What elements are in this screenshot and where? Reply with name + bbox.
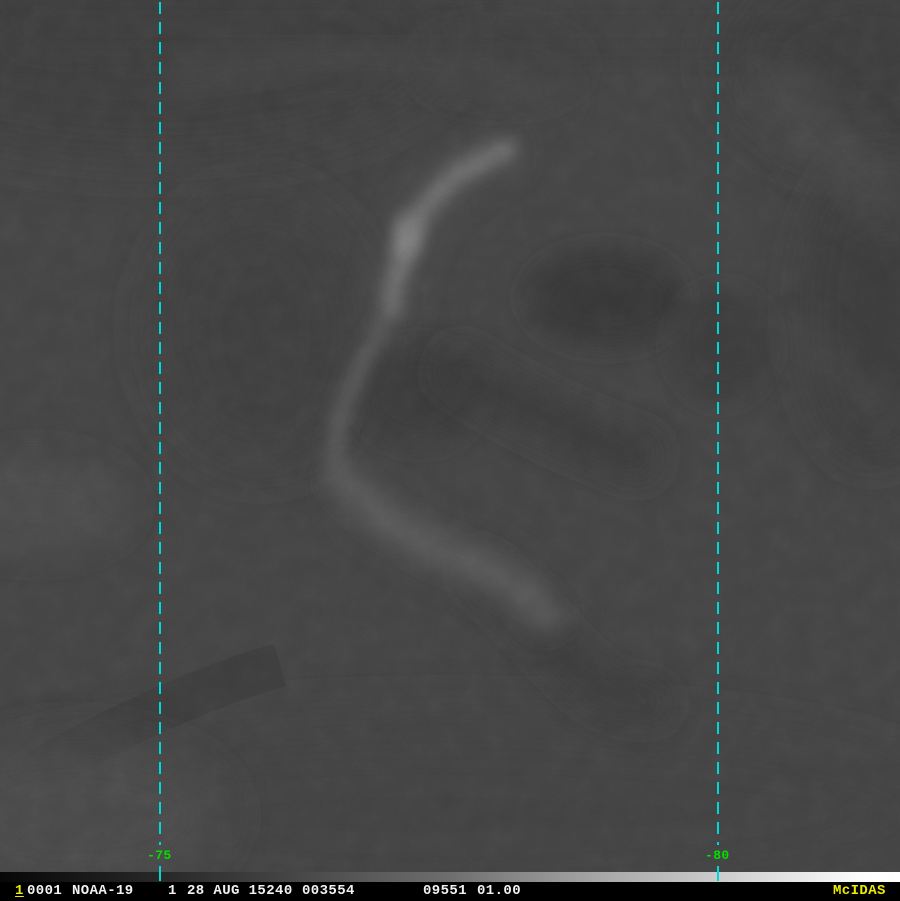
image-id: 0001 (27, 883, 63, 899)
image-time: 003554 (302, 883, 355, 899)
longitude-label-80w: -80 (705, 848, 730, 863)
mcidas-window: -75 -80 1 0001 NOAA-19 1 28 AUG 15240 00… (0, 0, 900, 900)
satellite-image-canvas (0, 0, 900, 872)
grayscale-wedge (0, 872, 900, 882)
band-number: 1 (168, 883, 177, 899)
mcidas-brand: McIDAS (833, 883, 886, 899)
magnification: 01.00 (477, 883, 522, 899)
meridian-wedge-tick-80w (717, 866, 719, 881)
satellite-name: NOAA-19 (72, 883, 134, 899)
image-date: 28 AUG 15240 (187, 883, 293, 899)
meridian-line-75w (159, 0, 161, 845)
satellite-image[interactable] (0, 0, 900, 872)
meridian-line-80w (717, 0, 719, 845)
image-value: 09551 (423, 883, 468, 899)
longitude-label-75w: -75 (147, 848, 172, 863)
frame-number: 1 (15, 883, 24, 899)
status-bar: 1 0001 NOAA-19 1 28 AUG 15240 003554 095… (0, 882, 900, 900)
meridian-wedge-tick-75w (159, 866, 161, 881)
